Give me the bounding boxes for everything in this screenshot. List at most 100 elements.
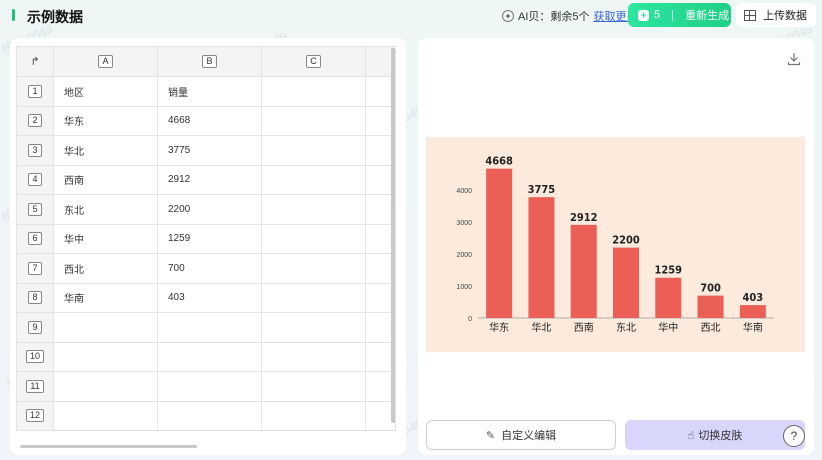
- cell[interactable]: [53, 341, 158, 372]
- cell[interactable]: [261, 194, 366, 225]
- spreadsheet-panel: ↱ A B C 1 地区 销量 2 华东 4668 3 华北 3775 4 西南 2912 5东…: [10, 38, 406, 455]
- cell[interactable]: [157, 400, 262, 431]
- grid-icon: [744, 9, 756, 21]
- page-title: 示例数据: [27, 9, 83, 25]
- data-label: 403: [743, 291, 764, 304]
- sparkle-icon: +: [638, 9, 649, 21]
- ai-credit-info: ✦ AI贝：剩余5个 获取更多: [502, 8, 638, 24]
- bar: [528, 197, 555, 318]
- hand-cursor-icon: ☝: [687, 429, 695, 442]
- regenerate-count: 5: [654, 9, 661, 21]
- cell[interactable]: 700: [157, 253, 262, 284]
- cell[interactable]: 华南: [53, 282, 158, 313]
- cell[interactable]: [261, 164, 366, 195]
- sheet-corner[interactable]: ↱: [16, 46, 54, 77]
- cell[interactable]: [261, 341, 366, 372]
- cell[interactable]: 2912: [157, 164, 262, 195]
- row-number[interactable]: 7: [16, 253, 54, 284]
- upload-data-button[interactable]: 上传数据: [736, 3, 816, 27]
- column-header-c[interactable]: C: [261, 46, 366, 77]
- cell[interactable]: 华东: [53, 105, 158, 136]
- row-number[interactable]: 1: [16, 76, 54, 107]
- cell[interactable]: 1259: [157, 223, 262, 254]
- x-tick-label: 华中: [658, 321, 678, 334]
- cell[interactable]: [261, 282, 366, 313]
- data-table: ↱ A B C 1 地区 销量 2 华东 4668 3 华北 3775 4 西南 2912 5东…: [16, 46, 396, 431]
- cell[interactable]: 3775: [157, 135, 262, 166]
- cell[interactable]: [157, 341, 262, 372]
- row-number[interactable]: 10: [16, 341, 54, 372]
- vertical-scrollbar[interactable]: [391, 48, 395, 423]
- cell[interactable]: 2200: [157, 194, 262, 225]
- cell[interactable]: [261, 76, 366, 107]
- cell[interactable]: [261, 253, 366, 284]
- row-number[interactable]: 6: [16, 223, 54, 254]
- column-header-b[interactable]: B: [157, 46, 262, 77]
- row-number[interactable]: 2: [16, 105, 54, 136]
- app-header: 示例数据 ✦ AI贝：剩余5个 获取更多 + 5 重新生成 上传数据: [0, 0, 822, 32]
- bar: [570, 224, 597, 318]
- table-row: 7 西北 700: [16, 253, 396, 284]
- table-row: 4 西南 2912: [16, 164, 396, 195]
- regenerate-label: 重新生成: [685, 10, 730, 22]
- cell[interactable]: [53, 371, 158, 402]
- table-row: 9: [16, 312, 396, 343]
- bar: [655, 277, 682, 318]
- cell[interactable]: 地区: [53, 76, 158, 107]
- divider: [672, 9, 674, 21]
- cell[interactable]: 西北: [53, 253, 158, 284]
- title-accent-bar: [12, 9, 15, 21]
- bar: [486, 168, 513, 318]
- table-row: 6 华中 1259: [16, 223, 396, 254]
- table-row: 5 东北 2200: [16, 194, 396, 225]
- row-number[interactable]: 5: [16, 194, 54, 225]
- bar: [613, 247, 639, 318]
- cell[interactable]: 销量: [157, 76, 262, 107]
- sort-arrow-icon: ↱: [30, 56, 40, 68]
- cell[interactable]: 华北: [53, 135, 158, 166]
- horizontal-scrollbar[interactable]: [20, 445, 197, 448]
- cell[interactable]: [157, 371, 262, 402]
- row-number[interactable]: 11: [16, 371, 54, 402]
- table-row: 10: [16, 341, 396, 372]
- cell[interactable]: 西南: [53, 164, 158, 195]
- help-icon[interactable]: ?: [783, 425, 805, 447]
- row-number[interactable]: 8: [16, 282, 54, 313]
- ai-coin-icon: ✦: [502, 10, 514, 22]
- data-label: 3775: [528, 183, 556, 196]
- custom-edit-button[interactable]: ✎ 自定义编辑: [426, 420, 616, 450]
- x-tick-label: 华南: [743, 321, 763, 334]
- table-row: 12: [16, 400, 396, 431]
- cell[interactable]: 4668: [157, 105, 262, 136]
- cell[interactable]: [261, 223, 366, 254]
- switch-skin-button[interactable]: ☝ 切换皮肤: [625, 420, 805, 450]
- row-number[interactable]: 4: [16, 164, 54, 195]
- bar: [697, 295, 724, 318]
- row-number[interactable]: 12: [16, 400, 54, 431]
- table-row: 8 华南 403: [16, 282, 396, 313]
- y-tick-label: 3000: [456, 220, 472, 227]
- bar-chart: 0 1000 2000 3000 4000 4668 华东 3775 华北 2912 西南 2200 东…: [426, 137, 805, 352]
- row-number[interactable]: 9: [16, 312, 54, 343]
- row-number[interactable]: 3: [16, 135, 54, 166]
- cell[interactable]: [53, 312, 158, 343]
- cell[interactable]: [261, 371, 366, 402]
- cell[interactable]: 403: [157, 282, 262, 313]
- bar-chart-svg: 0 1000 2000 3000 4000 4668 华东 3775 华北 2912 西南 2200 东…: [456, 155, 774, 334]
- y-tick-label: 1000: [456, 284, 472, 291]
- cell[interactable]: [261, 400, 366, 431]
- data-label: 4668: [485, 155, 513, 168]
- column-header-a[interactable]: A: [53, 46, 158, 77]
- data-label: 1259: [655, 264, 683, 277]
- cell[interactable]: [157, 312, 262, 343]
- cell[interactable]: 华中: [53, 223, 158, 254]
- y-tick-label: 4000: [456, 188, 472, 195]
- cell[interactable]: [261, 312, 366, 343]
- cell[interactable]: 东北: [53, 194, 158, 225]
- download-icon[interactable]: [787, 52, 801, 66]
- cell[interactable]: [261, 105, 366, 136]
- regenerate-button[interactable]: + 5 重新生成: [628, 3, 731, 27]
- x-tick-label: 华东: [489, 321, 509, 334]
- cell[interactable]: [261, 135, 366, 166]
- cell[interactable]: [53, 400, 158, 431]
